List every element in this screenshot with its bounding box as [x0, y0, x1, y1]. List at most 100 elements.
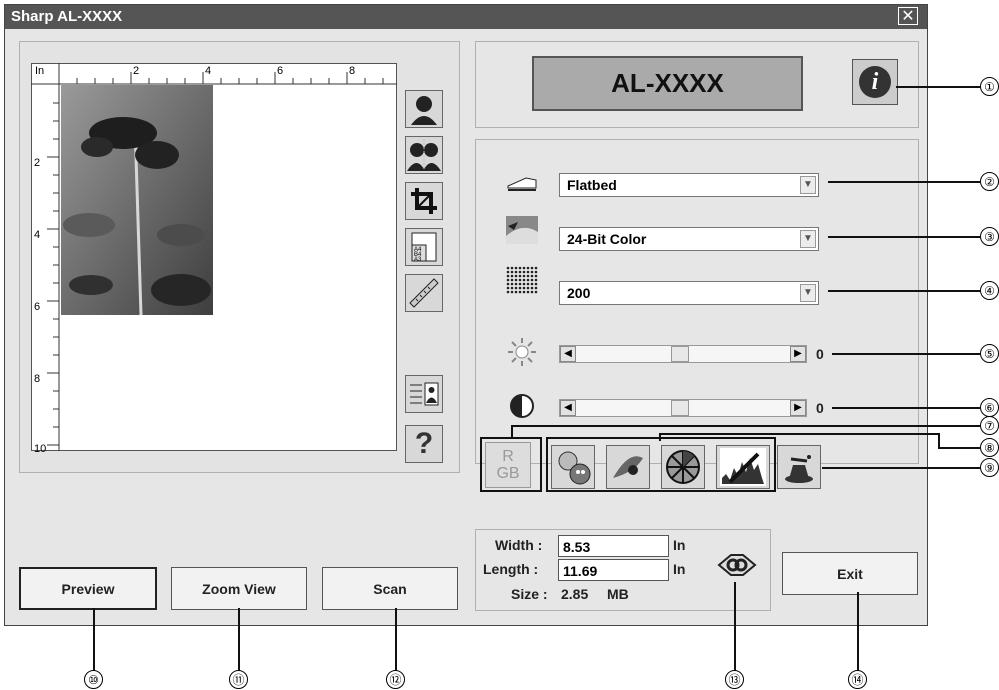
size-label: Size : [511, 586, 548, 602]
callout-line [511, 425, 980, 427]
color-mode-select[interactable]: 24-Bit Color ▼ [559, 227, 819, 251]
callout-line [93, 608, 95, 672]
scanner-window: Sharp AL-XXXX ✕ In 2 4 6 8 2 4 6 8 10 A4… [4, 4, 928, 626]
close-button[interactable]: ✕ [898, 7, 918, 25]
chevron-down-icon: ▼ [800, 284, 816, 302]
brightness-slider[interactable]: ◀ ▶ [559, 345, 807, 363]
preview-button[interactable]: Preview [19, 567, 157, 610]
info-button[interactable]: i [852, 59, 898, 105]
callout-line [822, 467, 980, 469]
magic-hat-button[interactable] [777, 445, 821, 489]
scanner-icon [505, 167, 539, 201]
profile-button[interactable] [405, 375, 443, 413]
resolution-icon [505, 263, 539, 297]
chevron-left-icon[interactable]: ◀ [560, 400, 576, 416]
callout-7: ⑦ [980, 416, 999, 435]
chevron-left-icon[interactable]: ◀ [560, 346, 576, 362]
auto-enhance-icon [613, 456, 643, 478]
resolution-select[interactable]: 200 ▼ [559, 281, 819, 305]
callout-10: ⑩ [84, 670, 103, 689]
svg-text:A3: A3 [414, 257, 422, 263]
callout-line [395, 608, 397, 672]
chevron-down-icon: ▼ [800, 176, 816, 194]
ruler-h-label: 4 [205, 65, 212, 77]
help-button[interactable]: ? [405, 425, 443, 463]
ruler-h-label: 6 [277, 65, 284, 77]
ruler-v-label: 10 [34, 443, 47, 455]
callout-line [659, 433, 661, 441]
length-unit: In [673, 561, 686, 577]
chevron-right-icon[interactable]: ▶ [790, 346, 806, 362]
link-icon [717, 554, 757, 576]
callout-6: ⑥ [980, 398, 999, 417]
callout-line [828, 290, 980, 292]
ruler-icon [409, 278, 439, 308]
contrast-slider[interactable]: ◀ ▶ [559, 399, 807, 417]
paper-size-button[interactable]: A4 B4 A3 [405, 228, 443, 266]
crop-icon [411, 188, 437, 214]
callout-line [832, 353, 980, 355]
color-balance-button[interactable] [661, 445, 705, 489]
callout-8: ⑧ [980, 438, 999, 457]
length-field[interactable]: 11.69 [558, 559, 669, 581]
size-value: 2.85 [561, 586, 589, 602]
contrast-value: 0 [816, 400, 824, 416]
callout-line [734, 582, 736, 672]
color-balance-icon [666, 450, 700, 484]
descreen-button[interactable] [551, 445, 595, 489]
contrast-thumb[interactable] [671, 400, 689, 416]
ruler-v-label: 6 [34, 301, 41, 313]
ruler-button[interactable] [405, 274, 443, 312]
contrast-icon [505, 389, 539, 423]
source-select[interactable]: Flatbed ▼ [559, 173, 819, 197]
callout-2: ② [980, 172, 999, 191]
link-button[interactable] [715, 545, 759, 585]
two-persons-button[interactable] [405, 136, 443, 174]
ruler-unit: In [35, 65, 45, 77]
zoom-view-button[interactable]: Zoom View [171, 567, 307, 610]
source-value: Flatbed [567, 177, 617, 193]
two-persons-icon [407, 139, 441, 171]
size-unit: MB [607, 586, 629, 602]
chevron-right-icon[interactable]: ▶ [790, 400, 806, 416]
crop-button[interactable] [405, 182, 443, 220]
chevron-down-icon: ▼ [800, 230, 816, 248]
exit-button[interactable]: Exit [782, 552, 918, 595]
auto-enhance-button[interactable] [606, 445, 650, 489]
profile-icon [410, 382, 439, 406]
preview-image [61, 85, 213, 315]
histogram-button[interactable] [716, 445, 770, 489]
callout-line [938, 433, 940, 448]
paper-size-icon: A4B4A3 [411, 232, 437, 263]
brightness-value: 0 [816, 346, 824, 362]
callout-line [828, 236, 980, 238]
brightness-thumb[interactable] [671, 346, 689, 362]
histogram-icon [720, 448, 766, 486]
model-banner: AL-XXXX [532, 56, 803, 111]
ruler-v-label: 8 [34, 373, 41, 385]
rgb-line2: GB [496, 465, 520, 482]
info-icon: i [859, 66, 891, 98]
scan-button[interactable]: Scan [322, 567, 458, 610]
callout-line [511, 425, 513, 438]
ruler-v-label: 4 [34, 229, 41, 241]
callout-line [938, 447, 980, 449]
callout-line [238, 608, 240, 672]
help-icon: ? [414, 427, 434, 460]
color-mode-icon [505, 213, 539, 247]
brightness-icon [505, 335, 539, 369]
callout-11: ⑪ [229, 670, 248, 689]
width-label: Width : [495, 537, 543, 553]
resolution-value: 200 [567, 285, 591, 301]
ruler-v-label: 2 [34, 157, 41, 169]
callout-line [896, 86, 980, 88]
callout-line [857, 592, 859, 672]
width-unit: In [673, 537, 686, 553]
person-button[interactable] [405, 90, 443, 128]
rgb-button[interactable]: R GB [485, 442, 531, 488]
width-field[interactable]: 8.53 [558, 535, 669, 557]
title-bar: Sharp AL-XXXX ✕ [5, 5, 927, 29]
person-icon [411, 96, 437, 125]
callout-9: ⑨ [980, 458, 999, 477]
callout-14: ⑭ [848, 670, 867, 689]
